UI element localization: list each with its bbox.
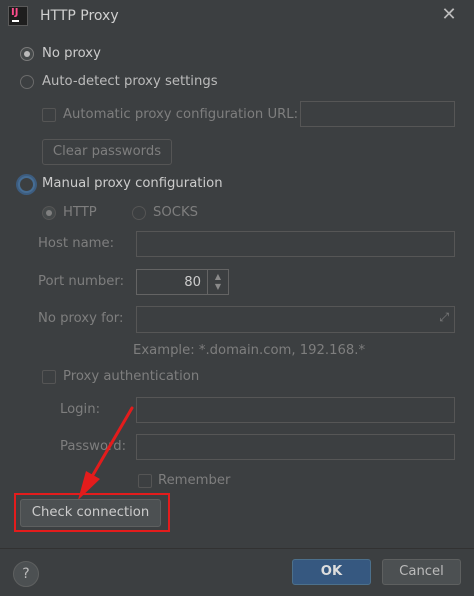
footer-separator: [0, 548, 474, 549]
help-icon[interactable]: ?: [13, 561, 39, 587]
cancel-button[interactable]: Cancel: [382, 559, 461, 585]
check-connection-button[interactable]: Check connection: [20, 499, 161, 527]
ok-button[interactable]: OK: [292, 559, 371, 585]
